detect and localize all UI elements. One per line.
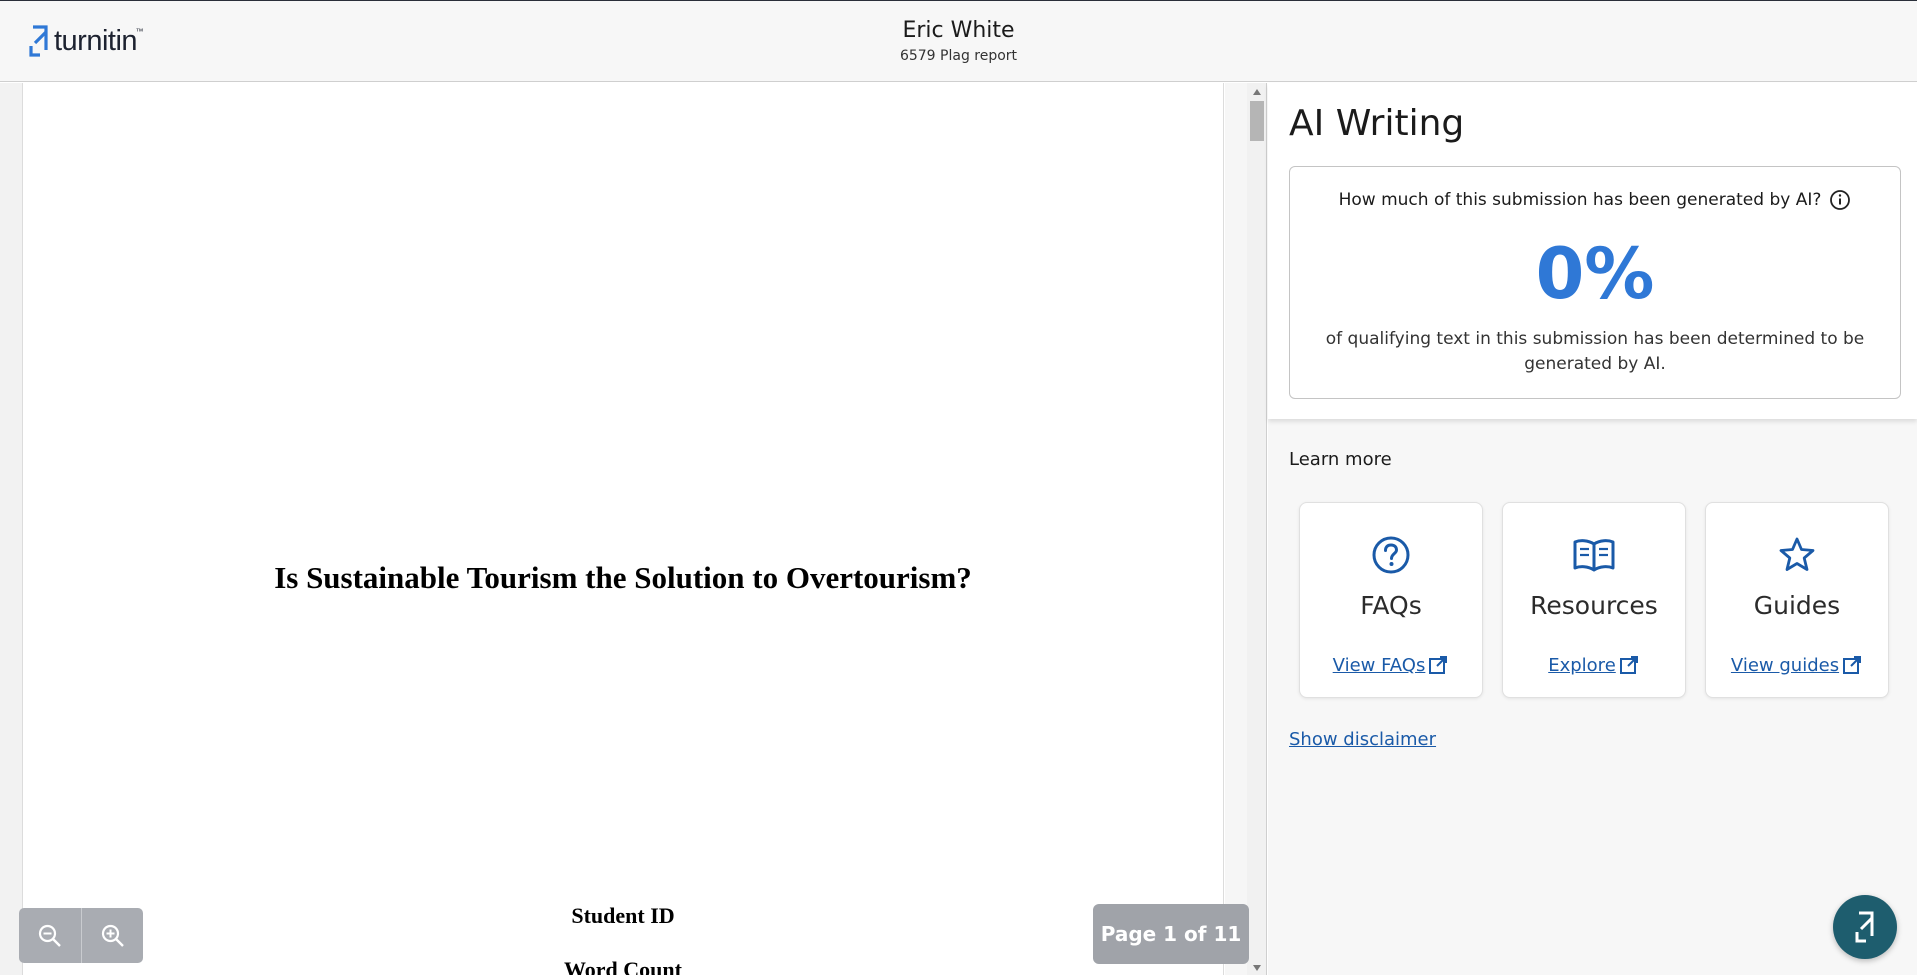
show-disclaimer-link[interactable]: Show disclaimer (1289, 729, 1436, 750)
resources-title: Resources (1530, 591, 1658, 620)
external-link-icon (1843, 656, 1862, 674)
report-owner-name: Eric White (902, 18, 1015, 43)
view-faqs-link[interactable]: View FAQs (1300, 654, 1482, 676)
ai-description: of qualifying text in this submission ha… (1325, 329, 1865, 374)
faqs-card[interactable]: FAQs View FAQs (1299, 502, 1483, 698)
zoom-in-icon (101, 924, 124, 947)
viewer-right-gutter (1225, 83, 1247, 975)
view-guides-link[interactable]: View guides (1706, 654, 1888, 676)
external-link-icon (1429, 656, 1448, 674)
faqs-title: FAQs (1360, 591, 1422, 620)
document-student-id: Student ID (571, 903, 675, 928)
open-book-icon (1573, 539, 1615, 572)
zoom-out-button[interactable] (19, 908, 81, 963)
ai-score-card: How much of this submission has been gen… (1289, 166, 1901, 399)
ai-percentage: 0% (1535, 233, 1655, 315)
view-faqs-link-text[interactable]: View FAQs (1333, 655, 1426, 676)
top-header: turnitin ™ Eric White 6579 Plag report (0, 0, 1917, 82)
scroll-down-arrow-icon[interactable] (1253, 965, 1261, 971)
panel-title: AI Writing (1289, 103, 1465, 144)
scrollbar-thumb[interactable] (1250, 101, 1264, 141)
question-circle-icon (1372, 536, 1410, 574)
ai-summary-section: AI Writing How much of this submission h… (1268, 83, 1917, 419)
zoom-controls (19, 908, 143, 963)
ai-writing-panel: AI Writing How much of this submission h… (1268, 83, 1917, 975)
zoom-in-button[interactable] (81, 908, 143, 963)
turnitin-help-icon (1855, 911, 1874, 943)
ai-question: How much of this submission has been gen… (1290, 189, 1900, 211)
external-link-icon (1619, 656, 1638, 674)
star-icon (1779, 537, 1815, 571)
viewer-scrollbar[interactable] (1247, 83, 1267, 975)
report-subtitle: 6579 Plag report (899, 48, 1018, 64)
report-heading: Eric White 6579 Plag report (0, 17, 1917, 64)
document-word-count: Word Count (564, 957, 682, 975)
help-button[interactable] (1833, 895, 1897, 959)
info-icon[interactable] (1829, 189, 1851, 211)
document-page: Is Sustainable Tourism the Solution to O… (23, 83, 1224, 975)
zoom-out-icon (38, 924, 61, 947)
learn-more-heading: Learn more (1289, 449, 1392, 470)
explore-link-text[interactable]: Explore (1548, 655, 1616, 676)
document-viewer[interactable]: Is Sustainable Tourism the Solution to O… (0, 83, 1267, 975)
guides-title: Guides (1753, 591, 1841, 620)
explore-link[interactable]: Explore (1503, 654, 1685, 676)
viewer-left-gutter (0, 83, 23, 975)
view-guides-link-text[interactable]: View guides (1731, 655, 1839, 676)
resources-card[interactable]: Resources Explore (1502, 502, 1686, 698)
document-title: Is Sustainable Tourism the Solution to O… (274, 560, 972, 595)
ai-question-text: How much of this submission has been gen… (1338, 190, 1822, 210)
guides-card[interactable]: Guides View guides (1705, 502, 1889, 698)
page-indicator: Page 1 of 11 (1093, 904, 1249, 964)
scroll-up-arrow-icon[interactable] (1253, 89, 1261, 95)
